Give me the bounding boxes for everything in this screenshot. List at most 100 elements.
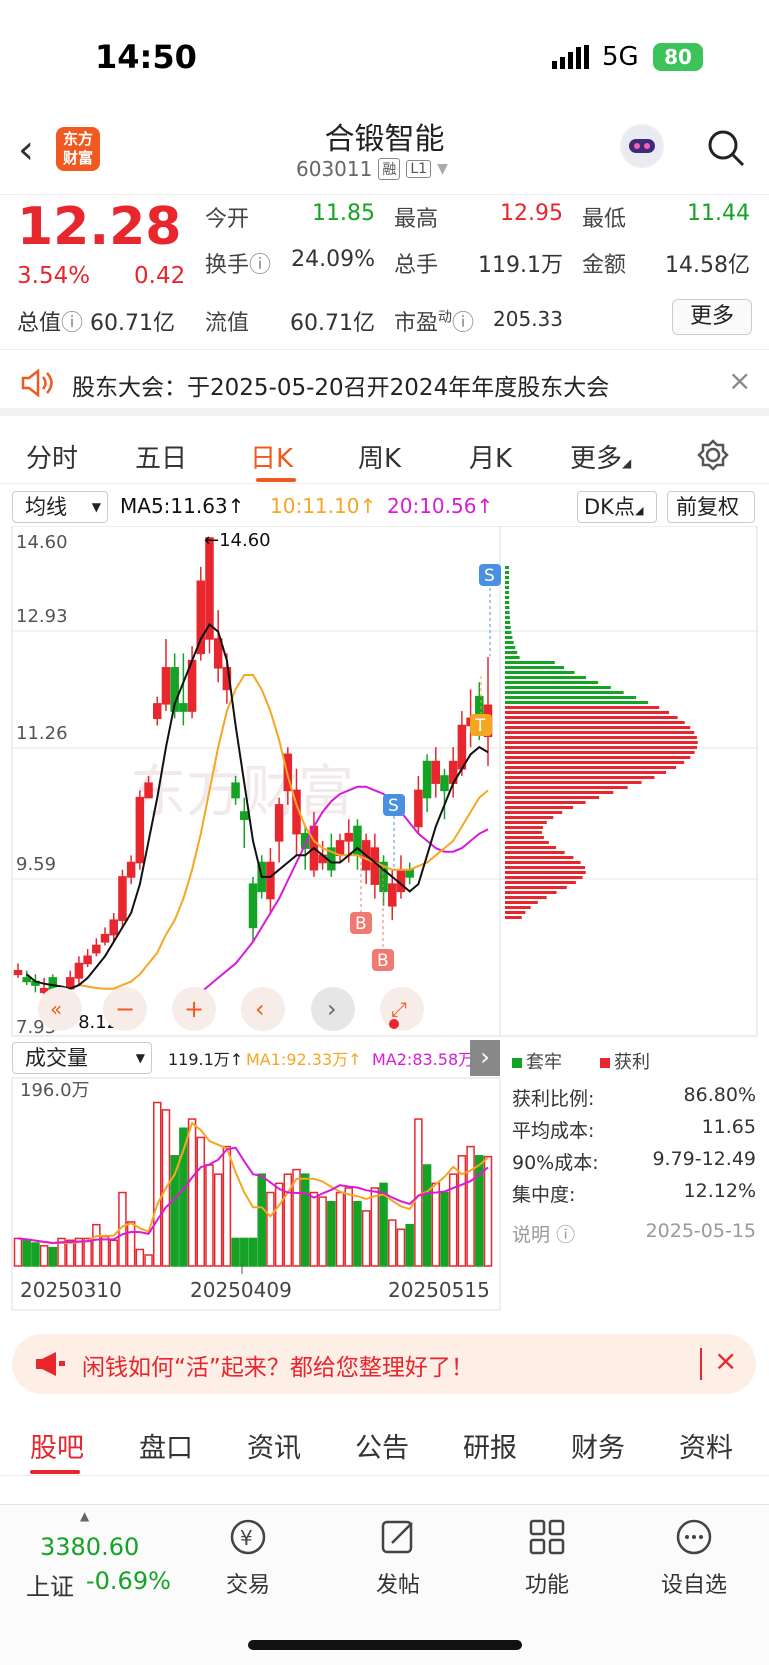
candle-body: [161, 667, 171, 705]
tab-research[interactable]: 研报: [463, 1426, 517, 1465]
more-button[interactable]: 更多: [672, 299, 752, 335]
settings-gear-icon[interactable]: [696, 438, 730, 472]
candle-body: [335, 840, 345, 857]
chip-bar: [505, 856, 574, 859]
tab-more-label: 更多: [570, 444, 623, 474]
active-tab-indicator: [256, 478, 296, 482]
buy-signal-label: B: [377, 951, 389, 971]
promo-banner[interactable]: 闲钱如何“活”起来？都给您整理好了！ ×: [12, 1334, 756, 1394]
sell-signal-marker[interactable]: S: [479, 564, 501, 656]
index-change[interactable]: -0.69%: [86, 1567, 171, 1595]
robot-assistant-icon[interactable]: [620, 124, 664, 168]
open-label: 今开: [205, 207, 250, 232]
trade-label[interactable]: 交易: [208, 1567, 288, 1599]
candle-body: [240, 811, 249, 820]
more-dots-icon[interactable]: [674, 1517, 714, 1557]
chevron-down-icon: ▼: [437, 161, 448, 177]
tab-pankou[interactable]: 盘口: [139, 1426, 193, 1465]
volume-selector[interactable]: 成交量 ▼: [12, 1042, 152, 1074]
tab-news[interactable]: 资讯: [247, 1426, 301, 1465]
y-tick: 12.93: [16, 606, 68, 627]
dk-point-button[interactable]: DK点◢: [577, 491, 657, 523]
chip-bar: [505, 781, 642, 784]
chip-bar: [505, 586, 510, 589]
tab-five-day[interactable]: 五日: [135, 438, 187, 475]
tab-monthly-k[interactable]: 月K: [469, 438, 512, 475]
quote-panel: 12.28 3.54% 0.42 总值ⓘ 60.71亿 今开 11.85 最高 …: [0, 194, 769, 350]
add-watchlist-label[interactable]: 设自选: [654, 1567, 734, 1599]
chip-date: 2025-05-15: [645, 1220, 756, 1242]
tab-profile[interactable]: 资料: [679, 1426, 733, 1465]
candle-body: [405, 868, 414, 878]
chip-bar: [505, 711, 670, 714]
index-name[interactable]: 上证: [26, 1567, 74, 1602]
function-grid-icon[interactable]: [527, 1517, 567, 1557]
volume-bar: [22, 1239, 31, 1267]
search-icon[interactable]: [706, 128, 746, 168]
candle-body: [100, 933, 110, 943]
chevron-down-icon: ▼: [91, 500, 101, 514]
stat-value: 11.65: [701, 1116, 756, 1138]
post-label[interactable]: 发帖: [358, 1567, 438, 1599]
chip-bar: [505, 841, 549, 844]
stock-header: ‹ 东方财富 合锻智能 603011 融 L1 ▼: [0, 110, 769, 194]
trade-icon[interactable]: ¥: [228, 1517, 268, 1557]
stock-code: 603011: [296, 157, 373, 181]
stock-code-row[interactable]: 603011 融 L1 ▼: [296, 157, 448, 181]
index-value[interactable]: 3380.60: [40, 1533, 139, 1561]
volume-bar: [126, 1221, 136, 1267]
high-value: 12.95: [500, 201, 563, 226]
post-edit-icon[interactable]: [378, 1517, 418, 1557]
volume-bar: [344, 1187, 353, 1267]
info-icon[interactable]: ⓘ: [452, 311, 474, 336]
tab-guba[interactable]: 股吧: [30, 1426, 84, 1465]
expand-right-button[interactable]: ›: [470, 1040, 500, 1076]
chevron-right-icon: ›: [327, 995, 337, 1023]
status-time: 14:50: [95, 38, 197, 76]
chip-bar: [505, 676, 586, 679]
volume-bar: [92, 1223, 101, 1267]
chip-bar: [505, 911, 526, 914]
take-profit-label: T: [474, 716, 486, 736]
tab-announcements[interactable]: 公告: [355, 1426, 409, 1465]
tab-intraday[interactable]: 分时: [26, 438, 78, 475]
margin-tag: 融: [378, 158, 401, 180]
tab-daily-k[interactable]: 日K: [250, 438, 293, 475]
caret-up-icon: ▲: [80, 1509, 90, 1523]
volume-bar: [13, 1237, 23, 1267]
chip-bar: [505, 811, 563, 814]
low-value: 11.44: [687, 201, 750, 226]
turnover-label: 换手ⓘ: [205, 247, 271, 279]
candle-body: [422, 760, 432, 799]
notification-dot: [389, 1019, 399, 1029]
close-icon[interactable]: ×: [728, 364, 751, 397]
volume-bar: [318, 1196, 327, 1267]
chip-bar: [505, 861, 581, 864]
chip-note-label: 说明: [512, 1224, 551, 1246]
info-icon: ⓘ: [556, 1224, 576, 1246]
chip-bar: [505, 796, 600, 799]
profit-legend: 获利: [600, 1048, 650, 1074]
tab-more[interactable]: 更多◢: [570, 438, 631, 475]
high-marker: ←14.60: [204, 530, 271, 551]
divider: [700, 1348, 702, 1380]
info-icon[interactable]: ⓘ: [61, 311, 83, 336]
tab-finance[interactable]: 财务: [571, 1426, 625, 1465]
ma-selector[interactable]: 均线 ▼: [12, 491, 108, 523]
close-icon[interactable]: ×: [714, 1344, 737, 1377]
shareholder-notice[interactable]: 股东大会：于2025-05-20召开2024年年度股东大会 ×: [0, 350, 769, 416]
candle-body: [388, 883, 397, 907]
volume-bar: [31, 1242, 40, 1267]
tab-weekly-k[interactable]: 周K: [358, 438, 401, 475]
chip-bar: [505, 706, 660, 709]
chip-bar: [505, 846, 557, 849]
chip-note-row[interactable]: 说明 ⓘ 2025-05-15: [512, 1220, 756, 1247]
volume-bar: [153, 1101, 162, 1267]
info-icon[interactable]: ⓘ: [249, 253, 271, 278]
home-indicator: [248, 1640, 522, 1650]
notice-text: 股东大会：于2025-05-20召开2024年年度股东大会: [72, 375, 610, 401]
candle-body: [396, 868, 406, 893]
chip-bar: [505, 901, 538, 904]
adjust-price-button[interactable]: 前复权: [667, 491, 755, 523]
function-label[interactable]: 功能: [507, 1567, 587, 1599]
